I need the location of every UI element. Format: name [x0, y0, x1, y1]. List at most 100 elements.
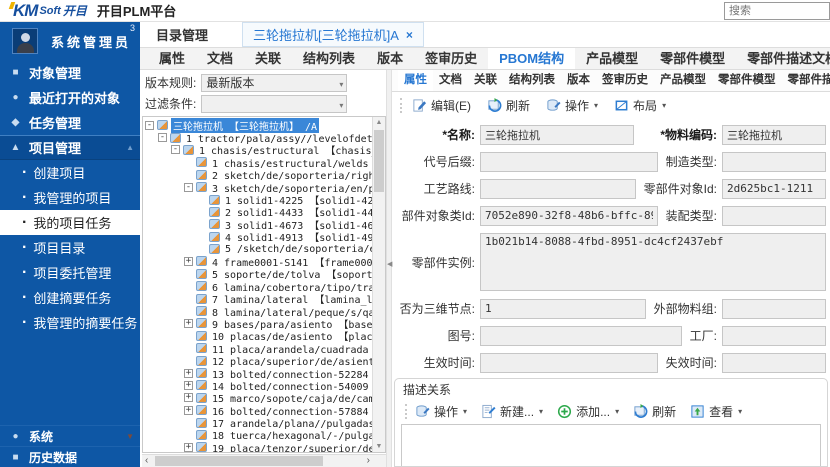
part-icon: [183, 145, 194, 155]
expire-time-field[interactable]: [722, 353, 826, 373]
property-tab[interactable]: 版本: [561, 70, 596, 91]
process-route-field[interactable]: [480, 179, 636, 199]
scrollbar-thumb[interactable]: [374, 130, 384, 192]
property-tab[interactable]: 属性: [398, 70, 433, 91]
sidebar-subitem[interactable]: 项目委托管理: [0, 260, 140, 285]
name-field[interactable]: [480, 125, 634, 145]
part-icon: [196, 368, 207, 378]
sidebar-item-recent[interactable]: ● 最近打开的对象: [0, 85, 140, 110]
tree-horizontal-scrollbar[interactable]: [142, 454, 386, 467]
desc-operate-button[interactable]: 操作: [415, 403, 467, 420]
tree-expander-icon[interactable]: +: [184, 393, 193, 402]
search-input[interactable]: [724, 2, 830, 20]
tree-node[interactable]: + 19 placa/tenzor/superior/de/volant 【: [143, 441, 372, 452]
sidebar-item-projects[interactable]: ▲ 项目管理 ▲: [0, 135, 140, 160]
layout-button[interactable]: 布局: [614, 97, 666, 114]
refresh-button[interactable]: 刷新: [487, 97, 530, 114]
add-button[interactable]: 添加...: [557, 403, 619, 420]
is-3d-node-field[interactable]: [480, 299, 646, 319]
user-panel[interactable]: 系统管理员: [0, 22, 140, 60]
property-tab[interactable]: 签审历史: [596, 70, 654, 91]
sidebar-item-objects[interactable]: ■ 对象管理: [0, 60, 140, 85]
tree-vertical-scrollbar[interactable]: [372, 117, 385, 452]
sidebar-item-system[interactable]: ● 系统 ▼: [0, 425, 140, 446]
project-icon: ▲: [9, 142, 22, 153]
main-tab[interactable]: 结构列表: [292, 48, 366, 69]
collapse-caret-icon[interactable]: ▲: [126, 143, 134, 152]
property-tab[interactable]: 零部件描述文档: [782, 70, 830, 91]
tree-expander-icon[interactable]: +: [184, 369, 193, 378]
sidebar-bottom: ● 系统 ▼ ■ 历史数据: [0, 425, 140, 467]
sidebar-subitem[interactable]: 创建摘要任务: [0, 285, 140, 310]
main-tab[interactable]: 零部件模型: [649, 48, 736, 69]
main-tab[interactable]: 关联: [244, 48, 292, 69]
sidebar-subitem[interactable]: 我管理的项目: [0, 185, 140, 210]
tree-expander-icon[interactable]: -: [145, 121, 154, 130]
property-tab[interactable]: 关联: [468, 70, 503, 91]
property-tab[interactable]: 产品模型: [654, 70, 712, 91]
scroll-up-icon[interactable]: [373, 119, 385, 126]
tree-expander-icon[interactable]: -: [158, 133, 167, 142]
main-tab[interactable]: 版本: [366, 48, 414, 69]
tree-expander-icon[interactable]: +: [184, 443, 193, 452]
scroll-right-icon[interactable]: [367, 455, 370, 467]
toolbar-grip[interactable]: [405, 404, 407, 419]
toolbar-grip[interactable]: [400, 98, 402, 113]
property-tab-bar: 属性 文档 关联 结构列表 版本 签审历史 产品模型: [392, 70, 830, 92]
assembly-type-field[interactable]: [722, 206, 826, 226]
version-rule-select[interactable]: 最新版本 ▾: [201, 74, 347, 92]
main-tab[interactable]: 产品模型: [575, 48, 649, 69]
drawing-no-field[interactable]: [480, 326, 682, 346]
code-suffix-field[interactable]: [480, 152, 658, 172]
scroll-left-icon[interactable]: [145, 455, 148, 467]
external-material-group-field[interactable]: [722, 299, 826, 319]
catalog-management-label[interactable]: 目录管理: [156, 25, 208, 44]
main-tab[interactable]: 零部件描述文档: [736, 48, 830, 69]
main-tab[interactable]: 文档: [196, 48, 244, 69]
new-button[interactable]: 新建...: [481, 403, 543, 420]
manufacture-type-field[interactable]: [722, 152, 826, 172]
property-tab[interactable]: 结构列表: [503, 70, 561, 91]
tree-node[interactable]: 4 solid1-4913 【solid1-4913】个 /A:: [143, 231, 372, 243]
sidebar-item-label: 历史数据: [29, 449, 77, 466]
sidebar-subitem[interactable]: 创建项目: [0, 160, 140, 185]
sidebar-subitem[interactable]: 我的项目任务: [0, 210, 140, 235]
main-tab[interactable]: PBOM结构: [488, 48, 575, 69]
name-label: *名称:: [392, 126, 480, 143]
operate-button[interactable]: 操作: [546, 97, 598, 114]
scrollbar-thumb[interactable]: [155, 456, 323, 466]
main-tab[interactable]: 属性: [148, 48, 196, 69]
sidebar-subitem[interactable]: 我管理的摘要任务: [0, 310, 140, 335]
description-relation-list[interactable]: [401, 424, 821, 467]
tree-expander-icon[interactable]: -: [171, 145, 180, 154]
factory-field[interactable]: [722, 326, 826, 346]
filter-select[interactable]: ▾: [201, 95, 347, 113]
desc-refresh-button[interactable]: 刷新: [633, 403, 676, 420]
main-tab[interactable]: 签审历史: [414, 48, 488, 69]
tree-expander-icon[interactable]: +: [184, 406, 193, 415]
tree-expander-icon[interactable]: +: [184, 319, 193, 328]
part-class-id-field[interactable]: [480, 206, 658, 226]
sidebar-item-history[interactable]: ■ 历史数据: [0, 446, 140, 467]
assembly-type-label: 装配类型:: [658, 207, 722, 224]
part-object-id-field[interactable]: [722, 179, 826, 199]
property-tab[interactable]: 零部件模型: [712, 70, 782, 91]
close-icon[interactable]: ×: [406, 28, 413, 42]
expand-caret-icon[interactable]: ▼: [126, 432, 134, 441]
part-instance-field[interactable]: 1b021b14-8088-4fbd-8951-dc4cf2437ebf: [480, 233, 826, 291]
sidebar-subitem[interactable]: 项目目录: [0, 235, 140, 260]
pane-splitter[interactable]: [386, 70, 392, 467]
sidebar-item-tasks[interactable]: ◆ 任务管理: [0, 110, 140, 135]
tree-expander-icon[interactable]: +: [184, 257, 193, 266]
edit-button[interactable]: 编辑(E): [412, 97, 471, 114]
tree-expander-icon[interactable]: +: [184, 381, 193, 390]
view-button[interactable]: 查看: [690, 403, 742, 420]
effective-time-field[interactable]: [480, 353, 658, 373]
active-document-tab[interactable]: 三轮拖拉机[三轮拖拉机]A ×: [242, 22, 424, 47]
collapse-pane-icon[interactable]: [387, 260, 392, 268]
material-code-field[interactable]: [722, 125, 826, 145]
property-tab[interactable]: 文档: [433, 70, 468, 91]
sidebar-item-label: 最近打开的对象: [29, 88, 120, 107]
scroll-down-icon[interactable]: [373, 443, 385, 450]
tree-expander-icon[interactable]: -: [184, 183, 193, 192]
